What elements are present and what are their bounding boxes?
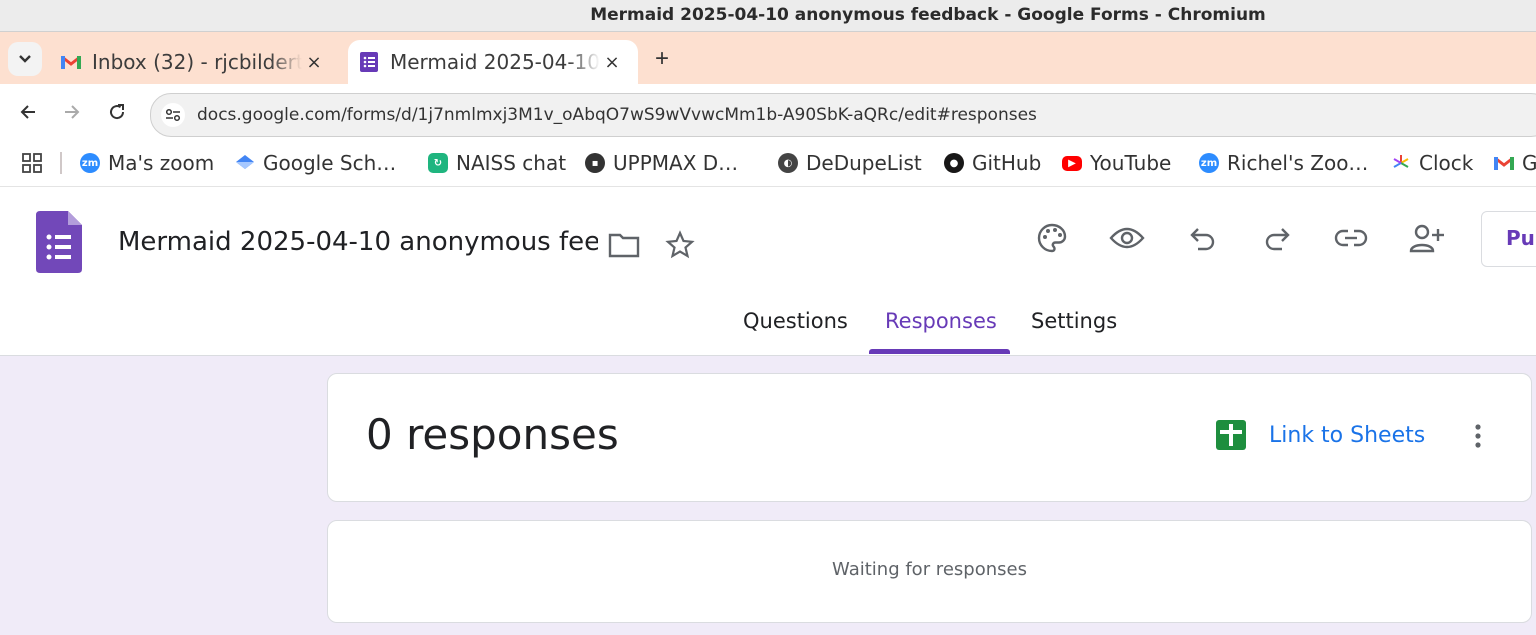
eye-icon — [1109, 227, 1145, 249]
person-add-icon — [1409, 224, 1444, 253]
bookmark-label: Google Sch… — [263, 151, 397, 175]
uppmax-icon: ▪ — [585, 153, 605, 173]
redo-button[interactable] — [1259, 220, 1295, 256]
bookmark-label: Ma's zoom — [108, 151, 215, 175]
gmail-icon — [1494, 153, 1514, 173]
tab-questions[interactable]: Questions — [743, 309, 848, 333]
window-titlebar: Mermaid 2025-04-10 anonymous feedback - … — [0, 0, 1536, 32]
responses-summary-card: 0 responses Link to Sheets — [327, 373, 1532, 502]
reload-button[interactable] — [101, 96, 133, 128]
form-title-input[interactable]: Mermaid 2025-04-10 anonymous feedback — [118, 227, 598, 257]
bookmark-naiss-chat[interactable]: ↻ NAISS chat — [428, 140, 566, 186]
response-count: 0 responses — [366, 410, 619, 459]
arrow-left-icon — [20, 105, 35, 119]
globe-icon: ◐ — [778, 153, 798, 173]
arrow-right-icon — [65, 105, 80, 119]
bookmark-label: DeDupeList — [806, 151, 922, 175]
bookmark-label: G — [1522, 151, 1536, 175]
move-to-folder-button[interactable] — [606, 227, 642, 263]
bookmark-label: UPPMAX D… — [613, 151, 739, 175]
site-info-icon[interactable] — [161, 103, 185, 127]
google-sheets-icon[interactable] — [1216, 420, 1246, 450]
google-scholar-icon — [235, 153, 255, 173]
tab-title: Inbox (32) - rjcbildert — [92, 50, 302, 74]
redo-icon — [1265, 228, 1290, 251]
link-to-sheets-button[interactable]: Link to Sheets — [1269, 423, 1425, 448]
bookmark-youtube[interactable]: ▶ YouTube — [1062, 140, 1171, 186]
tab-close-icon[interactable]: × — [302, 52, 326, 73]
preview-button[interactable] — [1109, 220, 1145, 256]
address-bar[interactable]: docs.google.com/forms/d/1j7nmlmxj3M1v_oA… — [150, 93, 1536, 137]
tab-google-forms[interactable]: Mermaid 2025-04-10 anonymous feedback × — [348, 40, 638, 84]
github-icon: ● — [944, 153, 964, 173]
chat-icon: ↻ — [428, 153, 448, 173]
bookmark-label: YouTube — [1090, 151, 1172, 175]
copy-link-button[interactable] — [1333, 220, 1369, 256]
bookmark-clock[interactable]: Clock — [1391, 140, 1473, 186]
back-button[interactable] — [12, 96, 44, 128]
bookmark-github[interactable]: ● GitHub — [944, 140, 1041, 186]
tab-search-button[interactable] — [8, 42, 42, 76]
zoom-icon: zm — [1199, 153, 1219, 173]
bookmark-richels-zoom[interactable]: zm Richel's Zoo… — [1199, 140, 1368, 186]
bookmark-label: Richel's Zoo… — [1227, 151, 1369, 175]
undo-button[interactable] — [1185, 220, 1221, 256]
new-tab-button[interactable]: + — [650, 47, 674, 72]
bookmarks-divider — [60, 152, 62, 174]
publish-button[interactable]: Publish — [1481, 211, 1536, 267]
tab-close-icon[interactable]: × — [600, 52, 624, 73]
url-text: docs.google.com/forms/d/1j7nmlmxj3M1v_oA… — [197, 105, 1037, 125]
gmail-icon — [60, 51, 82, 73]
link-icon — [1334, 229, 1368, 247]
forward-button[interactable] — [56, 96, 88, 128]
bookmark-dedupelist[interactable]: ◐ DeDupeList — [778, 140, 922, 186]
tab-title: Mermaid 2025-04-10 anonymous feedback — [390, 50, 600, 74]
folder-icon — [608, 233, 640, 258]
tab-settings[interactable]: Settings — [1031, 309, 1117, 333]
tab-strip: Inbox (32) - rjcbildert × Mermaid 2025-0… — [0, 32, 1536, 84]
responses-page: 0 responses Link to Sheets Waiting for r… — [0, 356, 1536, 635]
waiting-for-responses-text: Waiting for responses — [832, 559, 1027, 580]
add-collaborators-button[interactable] — [1409, 220, 1445, 256]
tab-gmail-inbox[interactable]: Inbox (32) - rjcbildert × — [50, 40, 340, 84]
active-tab-indicator — [869, 349, 1010, 354]
tab-responses[interactable]: Responses — [885, 309, 997, 333]
undo-icon — [1190, 228, 1215, 251]
star-icon — [665, 230, 695, 259]
bookmark-label: NAISS chat — [456, 151, 567, 175]
google-forms-icon — [358, 51, 380, 73]
youtube-icon: ▶ — [1062, 155, 1082, 171]
bookmark-mas-zoom[interactable]: zm Ma's zoom — [80, 140, 214, 186]
chevron-down-icon — [19, 55, 31, 63]
star-button[interactable] — [662, 227, 698, 263]
bookmark-gmail[interactable]: G — [1494, 140, 1536, 186]
reload-icon — [110, 104, 125, 120]
bookmark-uppmax[interactable]: ▪ UPPMAX D… — [585, 140, 738, 186]
bookmark-label: GitHub — [972, 151, 1042, 175]
window-title: Mermaid 2025-04-10 anonymous feedback - … — [590, 5, 1266, 25]
browser-toolbar: docs.google.com/forms/d/1j7nmlmxj3M1v_oA… — [0, 84, 1536, 140]
google-forms-logo-icon[interactable] — [36, 211, 82, 273]
bookmarks-bar: zm Ma's zoom Google Sch… ↻ NAISS chat ▪ … — [0, 140, 1536, 187]
zoom-icon: zm — [80, 153, 100, 173]
more-options-icon[interactable] — [1468, 422, 1488, 450]
customize-theme-button[interactable] — [1034, 220, 1070, 256]
bookmark-google-scholar[interactable]: Google Sch… — [235, 140, 396, 186]
palette-icon — [1037, 223, 1067, 253]
responses-empty-card: Waiting for responses — [327, 520, 1532, 623]
bookmark-label: Clock — [1419, 151, 1474, 175]
forms-header: Mermaid 2025-04-10 anonymous feedback Pu… — [0, 187, 1536, 356]
clock-icon — [1391, 153, 1411, 173]
apps-grid-icon[interactable] — [22, 153, 42, 173]
